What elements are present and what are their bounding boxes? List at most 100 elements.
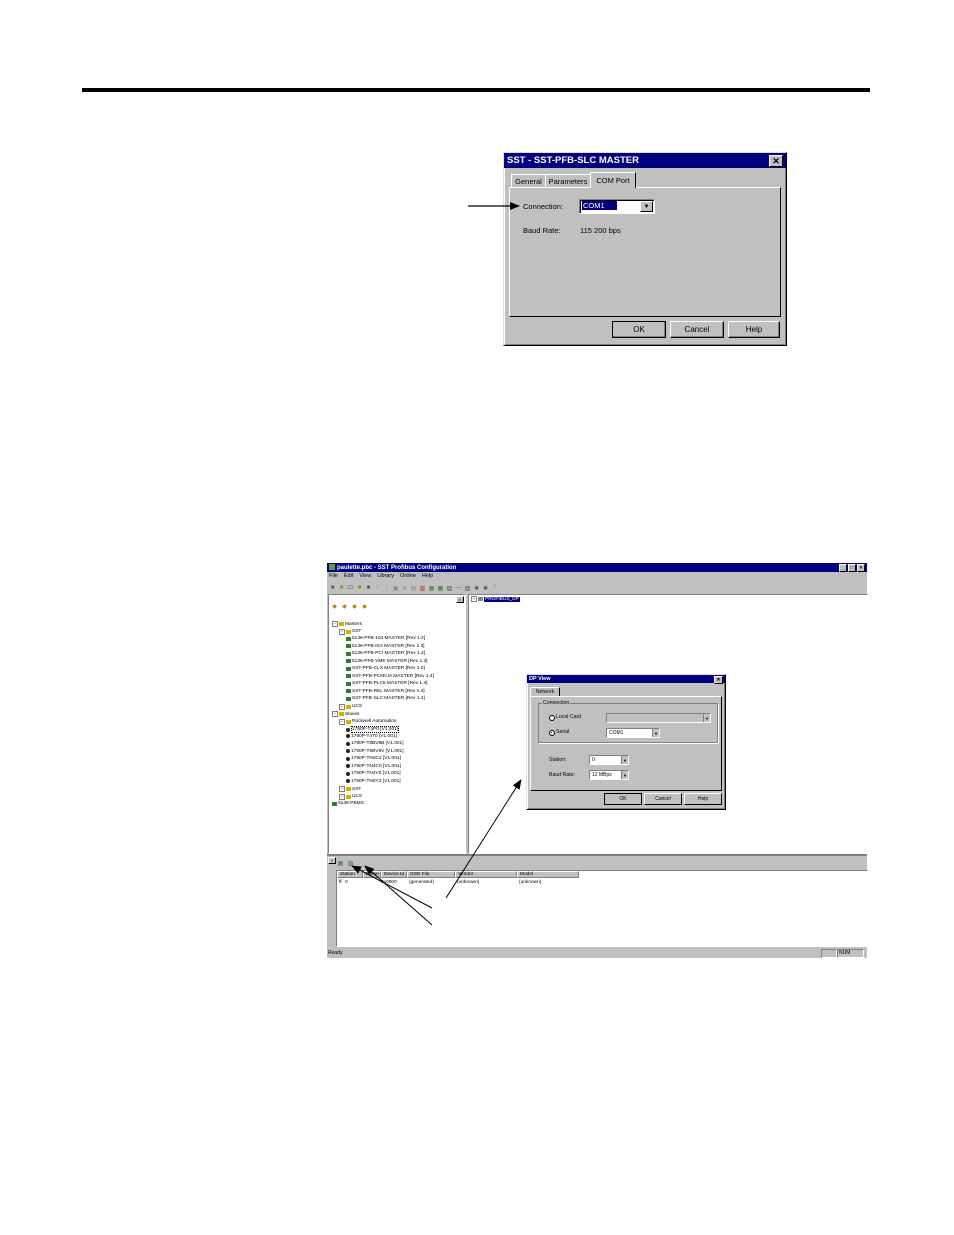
tree-item[interactable]: SST-PFB-SLC MASTER [Rev 1.4] (346, 696, 425, 701)
library-add-icon[interactable]: ◆ (331, 603, 338, 610)
tree-item[interactable]: 1790P-T4T0 [V1.001] (346, 734, 397, 739)
tab-parameters[interactable]: Parameters (545, 174, 591, 188)
properties-icon[interactable]: ▥ (419, 585, 426, 592)
connect-icon[interactable]: ▦ (428, 585, 435, 592)
serial-select[interactable]: COM1 ▼ (606, 728, 660, 738)
local-card-radio[interactable] (549, 715, 555, 721)
col-vendor[interactable]: Vendor (455, 871, 517, 878)
menu-edit[interactable]: Edit (344, 573, 353, 581)
library-remove-icon[interactable]: ◆ (341, 603, 348, 610)
minimize-icon[interactable]: _ (839, 564, 847, 572)
pane-close-icon[interactable]: × (456, 596, 464, 603)
pane-splitter[interactable] (327, 854, 867, 856)
monitor-icon[interactable]: ▨ (464, 585, 471, 592)
station-select[interactable]: 0 ▼ (589, 755, 629, 765)
chevron-down-icon[interactable]: ▼ (640, 201, 653, 212)
chevron-down-icon[interactable]: ▼ (652, 729, 659, 737)
station-view-icon[interactable]: ▦ (337, 860, 344, 867)
menu-help[interactable]: Help (422, 573, 433, 581)
tab-general[interactable]: General (511, 174, 546, 188)
library-refresh-icon[interactable]: ◆ (351, 603, 358, 610)
open-icon[interactable]: ■ (356, 585, 363, 592)
collapse-icon[interactable]: − (339, 786, 345, 792)
col-station[interactable]: Station (337, 871, 363, 878)
collapse-icon[interactable]: − (339, 628, 345, 635)
expand-icon[interactable]: + (471, 596, 477, 602)
tree-item[interactable]: − Masters (332, 621, 362, 627)
tree-item[interactable]: SST-PFB-REL MASTER [Rev 1.4] (346, 689, 425, 694)
dp-baud-select[interactable]: 12 MBps ▼ (589, 770, 629, 780)
tree-item[interactable]: 1790P-T8BV8V [V1.001] (346, 749, 404, 754)
tree-item[interactable]: SST-PFB-PCMCIA MASTER [Rev 1.4] (346, 674, 434, 679)
collapse-icon[interactable]: − (339, 793, 345, 800)
network-root-row[interactable]: + PROFIBUS_DP (471, 596, 520, 602)
tree-item[interactable]: 5136-PFB-ISA MASTER [Rev 1.3] (346, 644, 425, 649)
upload-icon[interactable]: ▧ (446, 585, 453, 592)
dp-cancel-button[interactable]: Cancel (644, 793, 682, 805)
col-name[interactable]: Name (363, 871, 381, 878)
collapse-icon[interactable]: − (332, 711, 338, 717)
open-folder-icon[interactable]: ■ (338, 585, 345, 592)
tree-item[interactable]: SST-PFB-CLX MASTER [Rev 1.0] (346, 666, 425, 671)
close-icon[interactable]: × (857, 564, 865, 572)
tree-item[interactable]: 5136-PFB-VME MASTER [Rev 1.3] (346, 659, 427, 664)
tree-item[interactable]: − Rockwell Automation (339, 718, 397, 725)
menu-library[interactable]: Library (377, 573, 394, 581)
save-icon[interactable]: ■ (365, 585, 372, 592)
help-button[interactable]: Help (728, 321, 780, 338)
col-gsd-file[interactable]: GSD File (407, 871, 455, 878)
paste-icon[interactable]: ▤ (410, 585, 417, 592)
line-icon[interactable]: — (455, 585, 462, 592)
tree-item[interactable]: 1790P-TN4V0 [V1.001] (346, 771, 401, 776)
cancel-button[interactable]: Cancel (670, 321, 724, 338)
pane-close-icon[interactable]: × (328, 857, 336, 864)
tree-item[interactable]: SST-PFB-PLC5 MASTER [Rev 1.4] (346, 681, 427, 686)
tree-item[interactable]: − SST (339, 786, 361, 792)
tree-item[interactable]: 5136-PFB-104 MASTER [Rev 1.2] (346, 636, 425, 641)
collapse-icon[interactable]: − (339, 718, 345, 725)
chevron-down-icon[interactable]: ▼ (621, 771, 628, 779)
cut-icon[interactable]: ⋮ (383, 585, 390, 592)
folder-icon (346, 629, 351, 634)
tree-item[interactable]: 1790P-T4P0 [V1.001] (346, 726, 400, 733)
copy-icon[interactable]: ▣ (392, 585, 399, 592)
zoom-icon[interactable]: ✱ (473, 585, 480, 592)
collapse-icon[interactable]: − (332, 621, 338, 627)
tree-item[interactable]: 1790P-TN0Y2 [V1.001] (346, 779, 401, 784)
help-question-icon[interactable]: ? (491, 585, 498, 592)
tree-item[interactable]: 5136-PFB-PCI MASTER [Rev 1.2] (346, 651, 425, 656)
tree-item[interactable]: 5136-PBMS (332, 801, 364, 806)
tree-item[interactable]: − UCS (339, 703, 362, 710)
connection-select[interactable]: COM1 ▼ (579, 199, 655, 214)
serial-radio-dot (550, 731, 552, 733)
menu-online[interactable]: Online (400, 573, 416, 581)
tree-item[interactable]: 1790P-TN0C2 [V1.001] (346, 756, 401, 761)
tree-item[interactable]: − UCS (339, 793, 362, 800)
delete-icon[interactable]: ✕ (401, 585, 408, 592)
app-icon[interactable]: ■ (329, 585, 336, 592)
chevron-down-icon[interactable]: ▼ (621, 756, 628, 764)
serial-radio[interactable] (549, 730, 555, 736)
col-device-id[interactable]: Device Id (381, 871, 407, 878)
menu-view[interactable]: View (359, 573, 371, 581)
dp-ok-button[interactable]: OK (604, 793, 642, 805)
tab-com-port[interactable]: COM Port (590, 172, 636, 188)
tools-icon[interactable]: ✱ (482, 585, 489, 592)
library-search-icon[interactable]: ◆ (361, 603, 368, 610)
collapse-icon[interactable]: − (339, 703, 345, 710)
menu-file[interactable]: File (329, 573, 338, 581)
close-icon[interactable]: ✕ (714, 676, 723, 684)
dp-help-button[interactable]: Help (684, 793, 722, 805)
pencil-icon[interactable]: / (374, 585, 381, 592)
tree-item[interactable]: − SST (339, 628, 361, 635)
dp-view-icon[interactable]: ▧ (347, 860, 354, 867)
col-model[interactable]: Model (517, 871, 579, 878)
ok-button[interactable]: OK (612, 321, 666, 338)
maximize-icon[interactable]: □ (848, 564, 856, 572)
tree-item[interactable]: 1790P-TN4C0 [V1.001] (346, 764, 401, 769)
tree-item[interactable]: − Slaves (332, 711, 359, 717)
download-icon[interactable]: ▦ (437, 585, 444, 592)
close-icon[interactable]: ✕ (769, 155, 783, 167)
new-file-icon[interactable]: □ (347, 585, 354, 592)
tree-item[interactable]: 1790P-T8BV8B [V1.001] (346, 741, 404, 746)
